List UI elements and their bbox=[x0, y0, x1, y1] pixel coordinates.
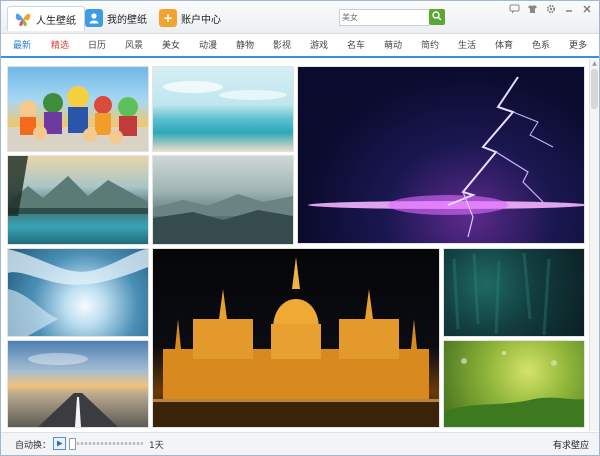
tab-my-wallpaper[interactable]: 我的壁纸 bbox=[85, 6, 147, 30]
tab-life-wallpaper[interactable]: 人生壁纸 bbox=[7, 6, 85, 31]
interval-slider-track[interactable] bbox=[69, 442, 143, 445]
title-bar: 人生壁纸 我的壁纸 + 账户中心 bbox=[1, 1, 599, 34]
play-button[interactable] bbox=[53, 437, 66, 450]
auto-switch-label: 自动换： bbox=[15, 441, 52, 451]
category-anime[interactable]: 动漫 bbox=[199, 38, 217, 51]
wallpaper-anime-characters[interactable] bbox=[7, 66, 149, 152]
tab-label: 账户中心 bbox=[181, 14, 221, 26]
category-sports[interactable]: 体育 bbox=[495, 38, 513, 51]
close-icon[interactable] bbox=[580, 4, 593, 17]
plus-icon: + bbox=[159, 9, 177, 27]
category-calendar[interactable]: 日历 bbox=[88, 38, 106, 51]
footer-bar: 自动换： 1天 有求壁应 bbox=[1, 432, 599, 455]
category-life[interactable]: 生活 bbox=[458, 38, 476, 51]
category-still-life[interactable]: 静物 bbox=[236, 38, 254, 51]
wallpaper-mountain-lake[interactable] bbox=[7, 155, 149, 245]
app-window: 人生壁纸 我的壁纸 + 账户中心 美女 最新 精选 日历 风景 美女 动漫 静物… bbox=[0, 0, 600, 456]
wallpaper-road-sunset[interactable] bbox=[7, 340, 149, 428]
scrollbar-thumb[interactable] bbox=[591, 69, 598, 109]
search-button[interactable] bbox=[429, 9, 445, 25]
category-more[interactable]: 更多 bbox=[569, 38, 587, 51]
interval-value: 1天 bbox=[149, 441, 164, 451]
category-cute[interactable]: 萌动 bbox=[384, 38, 402, 51]
wallpaper-dark-green-texture[interactable] bbox=[443, 248, 585, 337]
shirt-skin-icon[interactable] bbox=[526, 4, 539, 17]
wallpaper-frosted-tree[interactable] bbox=[7, 248, 149, 337]
wallpaper-green-bokeh[interactable] bbox=[443, 340, 585, 428]
category-bar: 最新 精选 日历 风景 美女 动漫 静物 影视 游戏 名车 萌动 简约 生活 体… bbox=[1, 34, 599, 58]
wallpaper-beach-sky[interactable] bbox=[152, 66, 294, 152]
user-icon bbox=[85, 9, 103, 27]
window-controls bbox=[508, 4, 593, 17]
category-colors[interactable]: 色系 bbox=[532, 38, 550, 51]
settings-icon[interactable] bbox=[544, 4, 557, 17]
message-icon[interactable] bbox=[508, 4, 521, 17]
category-film[interactable]: 影视 bbox=[273, 38, 291, 51]
category-featured[interactable]: 精选 bbox=[51, 38, 69, 51]
category-games[interactable]: 游戏 bbox=[310, 38, 328, 51]
category-scenery[interactable]: 风景 bbox=[125, 38, 143, 51]
tab-label: 人生壁纸 bbox=[36, 15, 76, 27]
search-input[interactable] bbox=[340, 10, 430, 25]
search-icon bbox=[432, 10, 442, 24]
wallpaper-grid bbox=[1, 59, 587, 431]
wallpaper-request-link[interactable]: 有求壁应 bbox=[553, 438, 589, 451]
vertical-scrollbar[interactable]: ▲ bbox=[589, 59, 599, 431]
category-latest[interactable]: 最新 bbox=[13, 38, 31, 51]
category-simple[interactable]: 简约 bbox=[421, 38, 439, 51]
wallpaper-lightning-storm[interactable] bbox=[297, 66, 585, 244]
butterfly-logo-icon bbox=[14, 10, 32, 28]
category-beauty[interactable]: 美女 bbox=[162, 38, 180, 51]
search-box bbox=[339, 9, 430, 26]
category-cars[interactable]: 名车 bbox=[347, 38, 365, 51]
minimize-icon[interactable] bbox=[562, 4, 575, 17]
interval-slider-handle[interactable] bbox=[69, 438, 76, 450]
play-icon bbox=[57, 440, 63, 447]
tab-account-center[interactable]: + 账户中心 bbox=[159, 6, 221, 30]
wallpaper-parliament-night[interactable] bbox=[152, 248, 440, 428]
wallpaper-misty-hills[interactable] bbox=[152, 155, 294, 245]
scroll-up-icon[interactable]: ▲ bbox=[591, 60, 598, 67]
tab-label: 我的壁纸 bbox=[107, 14, 147, 26]
